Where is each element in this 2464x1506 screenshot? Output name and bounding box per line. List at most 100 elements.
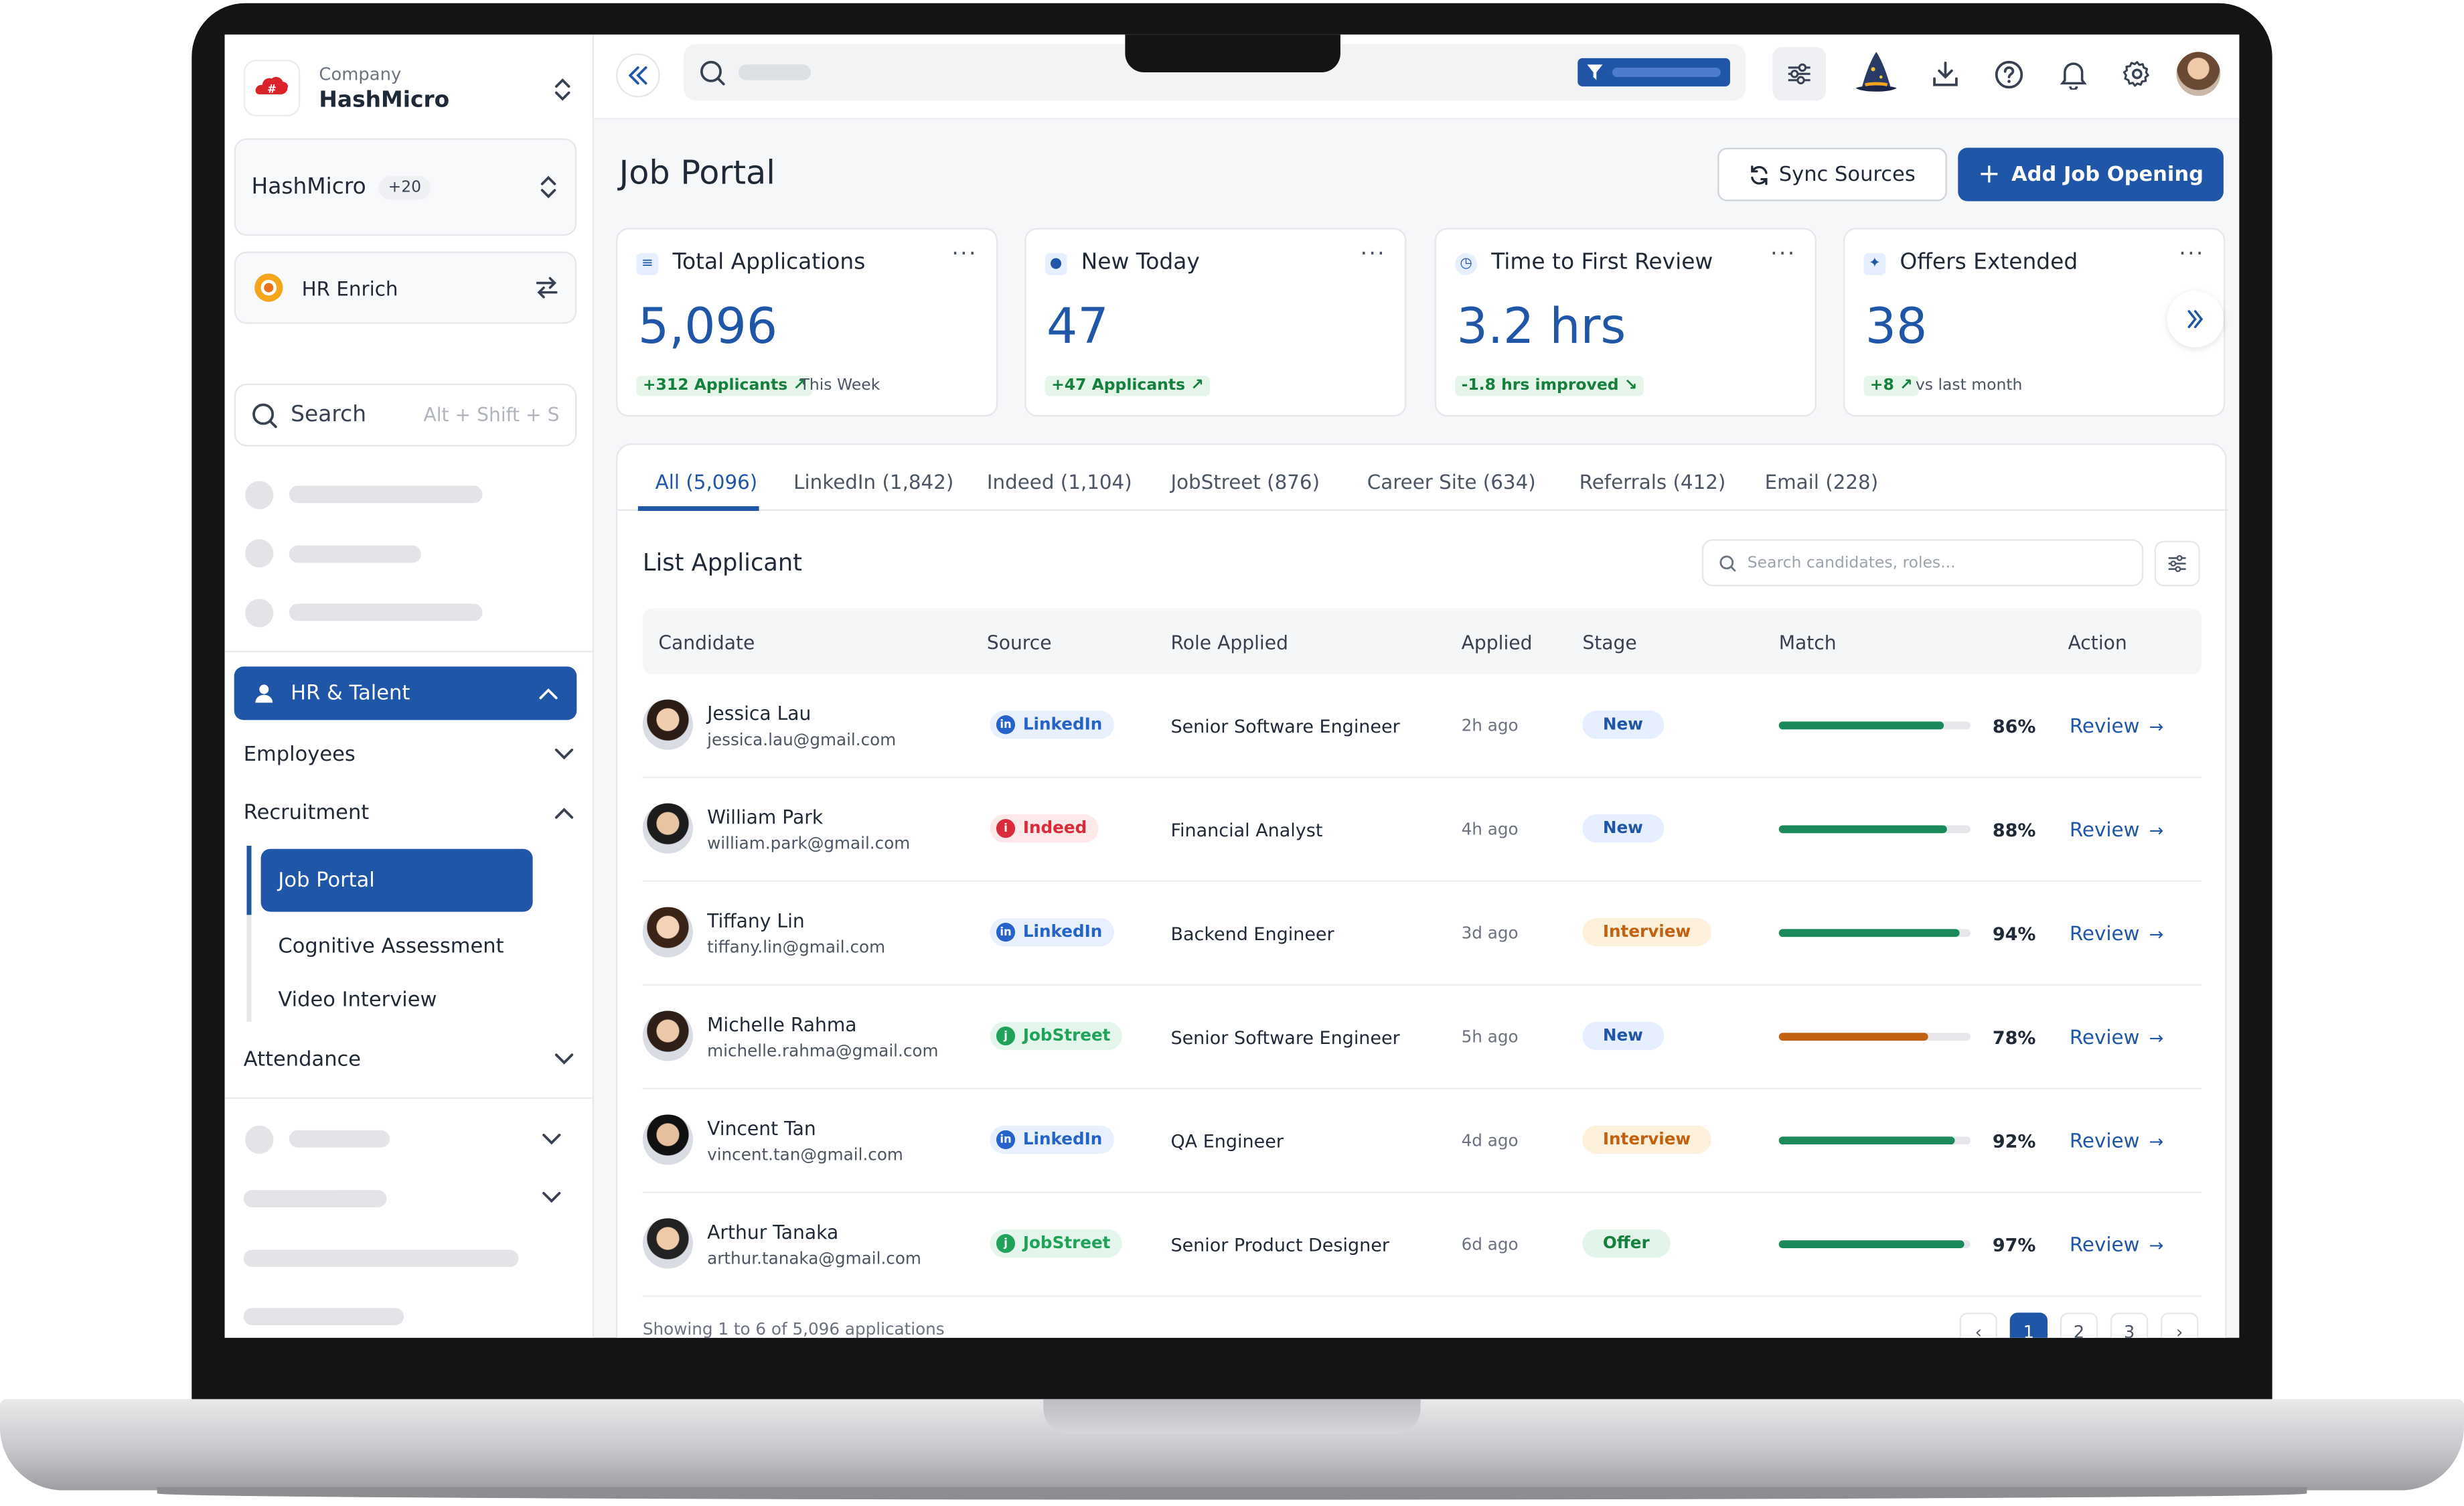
sync-sources-button[interactable]: Sync Sources (1717, 147, 1947, 202)
settings-sliders-button[interactable] (1772, 47, 1827, 101)
chevron-down-icon[interactable] (542, 1134, 561, 1146)
tab-jobstreet[interactable]: JobStreet (876) (1170, 470, 1320, 494)
pagination-page-1[interactable]: 1 (2009, 1312, 2048, 1338)
laptop-foot (157, 1487, 2307, 1500)
help-button[interactable] (1988, 54, 2029, 94)
filter-icon (1587, 64, 1603, 80)
candidate-name[interactable]: Arthur Tanaka (707, 1221, 838, 1244)
tab-career-site[interactable]: Career Site (634) (1367, 470, 1536, 494)
settings-button[interactable] (2116, 54, 2157, 94)
collapse-sidebar-button[interactable] (615, 53, 660, 98)
stage-badge: New (1582, 710, 1664, 739)
review-button[interactable]: Review → (2070, 714, 2163, 737)
table-row[interactable]: Arthur Tanaka arthur.tanaka@gmail.com j Job… (642, 1193, 2202, 1297)
workspace-count-badge: +20 (378, 175, 431, 199)
nav-section-hr-talent[interactable]: HR & Talent (234, 666, 577, 721)
nav-video-interview[interactable]: Video Interview (278, 989, 437, 1012)
nav-employees[interactable]: Employees (244, 736, 574, 773)
nav-cognitive-assessment[interactable]: Cognitive Assessment (278, 935, 504, 959)
column-header-match: Match (1778, 631, 1837, 654)
nav-job-portal[interactable]: Job Portal (260, 848, 533, 912)
pagination-summary: Showing 1 to 6 of 5,096 applications (642, 1320, 945, 1338)
stat-card-time-to-first-review: ◷ Time to First Review ··· 3.2 hrs -1.8 … (1434, 228, 1817, 417)
stage-badge: Offer (1582, 1229, 1671, 1258)
review-button[interactable]: Review → (2070, 1025, 2163, 1049)
workspace-switcher[interactable]: HashMicro +20 (234, 138, 577, 236)
stat-title: Time to First Review (1491, 250, 1713, 275)
stat-card-new-today: ● New Today ··· 47 +47 Applicants ↗ (1024, 228, 1407, 417)
placeholder-bar (289, 1130, 390, 1148)
role-applied: Backend Engineer (1170, 923, 1334, 945)
source-tabs: All (5,096) LinkedIn (1,842) Indeed (1,1… (617, 445, 2228, 511)
match-bar (1778, 1240, 1971, 1248)
notification-button[interactable] (2052, 54, 2093, 94)
candidate-name[interactable]: Michelle Rahma (707, 1014, 856, 1036)
tab-linkedin[interactable]: LinkedIn (1,842) (793, 470, 953, 494)
table-row[interactable]: Tiffany Lin tiffany.lin@gmail.com in Linked… (642, 882, 2202, 986)
review-button[interactable]: Review → (2070, 818, 2163, 841)
sun-gear-icon (254, 273, 283, 302)
tab-email[interactable]: Email (228) (1765, 470, 1879, 494)
stat-value: 3.2 hrs (1456, 299, 1626, 356)
arrow-right-icon: → (2149, 820, 2164, 841)
table-row[interactable]: Michelle Rahma michelle.rahma@gmail.com j J… (642, 986, 2202, 1089)
nav-attendance[interactable]: Attendance (244, 1041, 574, 1078)
search-placeholder-bar (739, 64, 812, 80)
more-options-icon[interactable]: ··· (1770, 242, 1796, 268)
source-label: JobStreet (1022, 1026, 1111, 1046)
column-filter-button[interactable] (2154, 540, 2200, 587)
candidate-name[interactable]: William Park (707, 806, 823, 828)
stat-sub: vs last month (1915, 377, 2023, 395)
stat-badge: +47 Applicants ↗ (1045, 376, 1211, 396)
table-row[interactable]: Jessica Lau jessica.lau@gmail.com in Linked… (642, 674, 2202, 779)
clock-icon: ◷ (1455, 252, 1478, 275)
screen: # Company HashMicro HashMicro +20 HR Enr… (224, 34, 2240, 1338)
sidebar: # Company HashMicro HashMicro +20 HR Enr… (224, 34, 595, 1338)
table-row[interactable]: Vincent Tan vincent.tan@gmail.com in Linked… (642, 1089, 2202, 1193)
match-percent: 97% (1992, 1233, 2036, 1256)
nav-recruitment[interactable]: Recruitment (244, 794, 574, 832)
stat-badge: +312 Applicants ↗ (636, 376, 813, 396)
sidebar-search[interactable]: Search Alt + Shift + S (234, 383, 577, 447)
chevron-down-icon[interactable] (542, 1191, 561, 1204)
stat-card-total-applications: ≡ Total Applications ··· 5,096 +312 Appl… (615, 228, 998, 417)
wizard-hat-icon[interactable] (1849, 47, 1903, 100)
candidate-name[interactable]: Tiffany Lin (707, 910, 805, 932)
review-button[interactable]: Review → (2070, 1233, 2163, 1256)
pagination-page-3[interactable]: 3 (2110, 1312, 2149, 1338)
company-label: Company (319, 64, 402, 84)
more-options-icon[interactable]: ··· (1361, 242, 1386, 268)
column-header-action: Action (2068, 631, 2127, 654)
tab-indeed[interactable]: Indeed (1,104) (987, 470, 1132, 494)
user-avatar[interactable] (2176, 52, 2221, 96)
placeholder-bar (289, 545, 421, 563)
pagination-prev-button[interactable]: ‹ (1959, 1312, 1997, 1338)
user-icon: ● (1045, 252, 1067, 275)
candidate-avatar (642, 1218, 693, 1269)
candidate-avatar (642, 1010, 693, 1061)
tab-referrals[interactable]: Referrals (412) (1580, 470, 1726, 494)
pagination-page-2[interactable]: 2 (2060, 1312, 2098, 1338)
match-percent: 94% (1992, 923, 2036, 945)
table-row[interactable]: William Park william.park@gmail.com i Indee… (642, 778, 2202, 883)
candidate-name[interactable]: Vincent Tan (707, 1118, 816, 1140)
download-button[interactable] (1925, 54, 1966, 94)
next-stats-button[interactable] (2167, 291, 2224, 348)
match-bar-fill (1778, 1033, 1929, 1041)
review-button[interactable]: Review → (2070, 1129, 2163, 1152)
tab-all[interactable]: All (5,096) (656, 470, 758, 494)
match-percent: 78% (1992, 1026, 2036, 1049)
company-switcher[interactable]: # Company HashMicro (234, 44, 587, 132)
more-options-icon[interactable]: ··· (951, 242, 977, 268)
download-icon (1933, 62, 1958, 86)
candidate-name[interactable]: Jessica Lau (707, 702, 811, 725)
pagination-next-button[interactable]: › (2160, 1312, 2199, 1338)
nav-attendance-label: Attendance (243, 1047, 362, 1071)
applicant-search-input[interactable]: Search candidates, roles... (1701, 539, 2144, 587)
more-options-icon[interactable]: ··· (2179, 242, 2204, 268)
review-button[interactable]: Review → (2070, 921, 2163, 945)
plus-icon: + (1978, 159, 2001, 191)
add-job-opening-button[interactable]: + Add Job Opening (1958, 147, 2224, 202)
module-switcher[interactable]: HR Enrich (234, 251, 577, 324)
filter-chip[interactable] (1577, 58, 1730, 87)
